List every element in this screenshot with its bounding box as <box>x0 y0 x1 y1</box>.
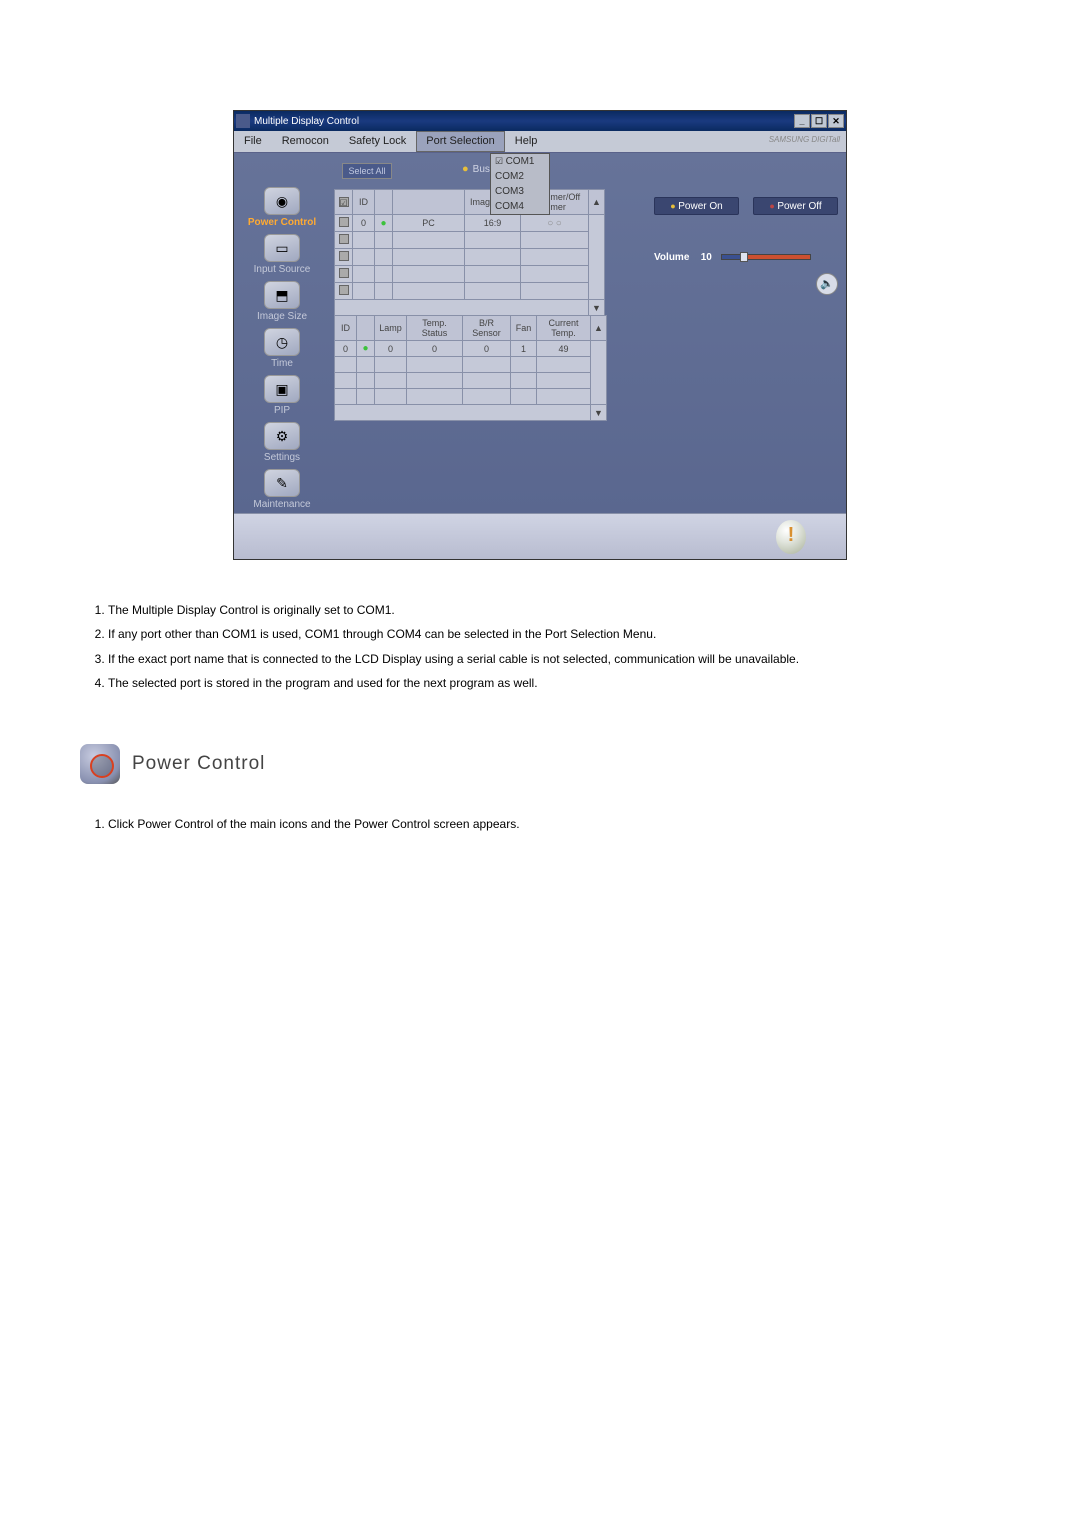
port-option-com4[interactable]: COM4 <box>491 199 549 214</box>
scrollbar-track[interactable] <box>589 215 605 300</box>
status-dot <box>357 341 375 357</box>
main-panel: Select All Busy ☑ ID Image Size On Timer… <box>330 153 646 513</box>
col-check[interactable]: ☑ <box>335 190 353 215</box>
port-option-com1[interactable]: COM1 <box>491 154 549 169</box>
doc-list-2: Click Power Control of the main icons an… <box>80 814 1000 834</box>
sidebar-item-settings[interactable]: ⚙ Settings <box>234 422 330 463</box>
col2-fan: Fan <box>511 316 537 341</box>
sidebar-item-power-control[interactable]: ◉ Power Control <box>234 187 330 228</box>
row-checkbox[interactable] <box>339 217 349 227</box>
doc-item: If the exact port name that is connected… <box>108 649 1000 669</box>
menu-port-selection[interactable]: Port Selection <box>416 131 504 152</box>
scrollbar-top[interactable]: ▲ <box>589 190 605 215</box>
sidebar-item-time[interactable]: ◷ Time <box>234 328 330 369</box>
sidebar-item-input-source[interactable]: ▭ Input Source <box>234 234 330 275</box>
power-panel: Power On Power Off Volume 10 🔈 <box>646 153 846 513</box>
scrollbar2-track[interactable] <box>591 341 607 405</box>
power-off-button[interactable]: Power Off <box>753 197 838 215</box>
table-row[interactable]: 0 0 0 0 1 49 <box>335 341 607 357</box>
menu-safety-lock[interactable]: Safety Lock <box>339 131 416 152</box>
port-option-com2[interactable]: COM2 <box>491 169 549 184</box>
menu-file[interactable]: File <box>234 131 272 152</box>
app-icon <box>236 114 250 128</box>
col2-stat <box>357 316 375 341</box>
col2-temp: Temp. Status <box>407 316 463 341</box>
power-on-button[interactable]: Power On <box>654 197 739 215</box>
col2-lamp: Lamp <box>375 316 407 341</box>
col2-id: ID <box>335 316 357 341</box>
speaker-icon[interactable]: 🔈 <box>816 273 838 295</box>
col-id: ID <box>353 190 375 215</box>
settings-icon: ⚙ <box>264 422 300 450</box>
sidebar-item-maintenance[interactable]: ✎ Maintenance <box>234 469 330 510</box>
input-source-icon: ▭ <box>264 234 300 262</box>
col2-cur: Current Temp. <box>537 316 591 341</box>
section-header: Power Control <box>80 744 1000 784</box>
port-dropdown: COM1 COM2 COM3 COM4 <box>490 153 550 215</box>
scrollbar-bottom[interactable]: ▼ <box>589 300 605 316</box>
port-option-com3[interactable]: COM3 <box>491 184 549 199</box>
display-table: ☑ ID Image Size On Timer/Off Timer ▲ 0 P… <box>334 189 605 316</box>
doc-item: If any port other than COM1 is used, COM… <box>108 624 1000 644</box>
slider-thumb[interactable] <box>740 252 748 262</box>
scrollbar2-top[interactable]: ▲ <box>591 316 607 341</box>
minimize-button[interactable]: _ <box>794 114 810 128</box>
power-control-section-icon <box>80 744 120 784</box>
menubar: File Remocon Safety Lock Port Selection … <box>234 131 846 153</box>
time-icon: ◷ <box>264 328 300 356</box>
window-title: Multiple Display Control <box>254 116 359 127</box>
sidebar: ◉ Power Control ▭ Input Source ⬒ Image S… <box>234 153 330 513</box>
titlebar: Multiple Display Control _ ☐ ✕ <box>234 111 846 131</box>
brand-logo: SAMSUNG DIGITall <box>763 131 846 152</box>
app-window: Multiple Display Control _ ☐ ✕ File Remo… <box>233 110 847 560</box>
section-title: Power Control <box>132 753 265 775</box>
status-table: ID Lamp Temp. Status B/R Sensor Fan Curr… <box>334 315 607 421</box>
doc-list-1: The Multiple Display Control is original… <box>80 600 1000 694</box>
sidebar-item-image-size[interactable]: ⬒ Image Size <box>234 281 330 322</box>
close-button[interactable]: ✕ <box>828 114 844 128</box>
power-control-icon: ◉ <box>264 187 300 215</box>
table-row[interactable]: 0 PC 16:9 <box>335 215 605 232</box>
pip-icon: ▣ <box>264 375 300 403</box>
menu-help[interactable]: Help <box>505 131 548 152</box>
menu-remocon[interactable]: Remocon <box>272 131 339 152</box>
volume-control: Volume 10 <box>654 249 838 263</box>
status-dot <box>375 215 393 232</box>
maximize-button[interactable]: ☐ <box>811 114 827 128</box>
sidebar-item-pip[interactable]: ▣ PIP <box>234 375 330 416</box>
scrollbar2-bottom[interactable]: ▼ <box>591 405 607 421</box>
doc-item: The selected port is stored in the progr… <box>108 673 1000 693</box>
doc-item: Click Power Control of the main icons an… <box>108 814 1000 834</box>
select-all-button[interactable]: Select All <box>342 163 392 179</box>
status-bar: ! <box>234 513 846 559</box>
volume-slider[interactable] <box>721 254 811 260</box>
warning-icon: ! <box>776 520 806 554</box>
col-status <box>375 190 393 215</box>
col2-br: B/R Sensor <box>463 316 511 341</box>
doc-item: The Multiple Display Control is original… <box>108 600 1000 620</box>
col-source <box>393 190 465 215</box>
maintenance-icon: ✎ <box>264 469 300 497</box>
image-size-icon: ⬒ <box>264 281 300 309</box>
